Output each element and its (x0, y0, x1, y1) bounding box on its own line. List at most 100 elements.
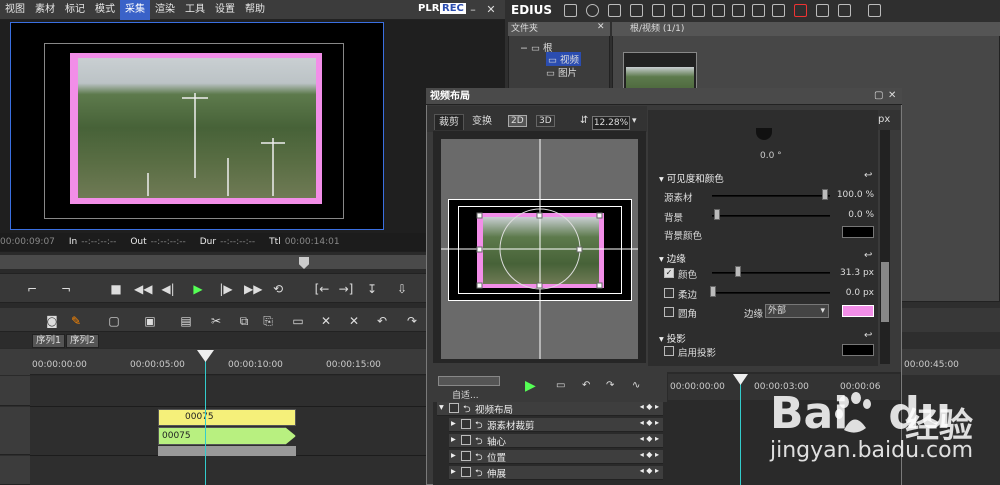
edge-select[interactable]: 外部 ▾ (765, 304, 829, 318)
minimize-icon[interactable]: – (466, 3, 480, 17)
tree-video[interactable]: ▭ 视频 (546, 52, 582, 66)
mark-out-icon[interactable]: →] (338, 282, 354, 296)
border-color-swatch[interactable] (842, 305, 874, 317)
rec-toggle[interactable]: REC (440, 3, 466, 14)
soft-edge-checkbox[interactable] (664, 288, 674, 298)
keyframe-nav-icon[interactable]: ◂ ◆ ▸ (640, 402, 659, 411)
layer-row[interactable]: ▾ ⮌ 视频布局 ◂ ◆ ▸ (437, 402, 663, 416)
new-icon[interactable]: ▢ (106, 314, 122, 328)
maximize-icon[interactable]: ▢ (874, 90, 883, 101)
menu-view[interactable]: 视图 (0, 0, 30, 20)
rewind-icon[interactable]: ◀◀ (134, 282, 152, 296)
play-icon[interactable]: ▶ (525, 378, 536, 394)
reset-icon[interactable]: ↩ (864, 250, 872, 261)
tab-sequence2[interactable]: 序列2 (66, 334, 100, 348)
step-forward-icon[interactable]: |▶ (218, 282, 234, 296)
new-folder-icon[interactable] (630, 4, 643, 17)
background-slider-knob[interactable] (714, 209, 720, 220)
layer-row[interactable]: ▸ ⮌ 伸展 ◂ ◆ ▸ (449, 466, 663, 480)
expand-icon[interactable]: ▸ (451, 450, 456, 461)
set-in-icon[interactable]: ⌐ (24, 282, 40, 296)
save-icon[interactable]: ▤ (178, 314, 194, 328)
background-value[interactable]: 0.0 % (834, 210, 874, 220)
zoom-select[interactable]: 12.28% (592, 116, 630, 130)
layer-checkbox[interactable] (449, 403, 459, 413)
round-corner-checkbox[interactable] (664, 307, 674, 317)
menu-clip[interactable]: 素材 (30, 0, 60, 20)
menu-render[interactable]: 渲染 (150, 0, 180, 20)
menu-help[interactable]: 帮助 (240, 0, 270, 20)
shadow-checkbox[interactable] (664, 346, 674, 356)
capture-icon[interactable] (692, 4, 705, 17)
menu-mode[interactable]: 模式 (90, 0, 120, 20)
folder-panel-close-icon[interactable]: ✕ (597, 22, 605, 32)
up-icon[interactable] (608, 4, 621, 17)
camera-icon[interactable]: ◙ (44, 314, 60, 328)
insert-icon[interactable]: ↧ (364, 282, 380, 296)
border-checkbox[interactable]: ✓ (664, 268, 674, 278)
ripple-delete-icon[interactable]: ✕ (346, 314, 362, 328)
graph-icon[interactable]: ∿ (632, 380, 640, 391)
close-icon[interactable]: ✕ (888, 90, 896, 101)
reset-icon[interactable]: ↩ (864, 330, 872, 341)
replace-icon[interactable] (772, 4, 785, 17)
visibility-section-toggle[interactable]: ▾ 可见度和颜色 (659, 171, 724, 185)
redo-icon[interactable]: ↷ (404, 314, 420, 328)
timeline-clip-audio[interactable]: 00075 (158, 427, 296, 445)
timeline-cursor[interactable] (205, 352, 206, 485)
expand-icon[interactable]: ▸ (451, 418, 456, 429)
fast-forward-icon[interactable]: ▶▶ (244, 282, 262, 296)
track-header[interactable] (0, 376, 30, 406)
overwrite-icon[interactable]: ⇩ (394, 282, 410, 296)
border-slider-knob[interactable] (735, 266, 741, 277)
mode-2d-button[interactable]: 2D (508, 115, 527, 127)
rotation-value[interactable]: 0.0 ° (760, 151, 782, 161)
delete-icon[interactable] (794, 4, 807, 17)
auto-fit-select[interactable]: 自适... (452, 388, 479, 401)
source-slider-knob[interactable] (822, 189, 828, 200)
title-icon[interactable] (652, 4, 665, 17)
tree-image[interactable]: ▭ 图片 (546, 65, 577, 79)
delete-icon[interactable]: ✕ (318, 314, 334, 328)
layer-checkbox[interactable] (461, 435, 471, 445)
cut-icon[interactable]: ✂ (208, 314, 224, 328)
undo-icon[interactable]: ↶ (582, 380, 590, 391)
source-value[interactable]: 100.0 % (834, 190, 874, 200)
layer-row[interactable]: ▸ ⮌ 源素材裁剪 ◂ ◆ ▸ (449, 418, 663, 432)
layout-icon[interactable] (868, 4, 881, 17)
paste-icon[interactable]: ⎘ (260, 314, 276, 328)
soft-edge-slider-track[interactable] (712, 292, 830, 294)
loop-icon[interactable]: ⟲ (270, 282, 286, 296)
scrub-bar[interactable] (0, 255, 430, 269)
mark-in-icon[interactable]: [← (314, 282, 330, 296)
timeline-clip-lower[interactable] (158, 446, 296, 456)
keyframe-nav-icon[interactable]: ◂ ◆ ▸ (640, 418, 659, 427)
border-section-toggle[interactable]: ▾ 边缘 (659, 251, 686, 265)
unit-px[interactable]: px (878, 114, 890, 125)
track-header[interactable] (0, 407, 30, 455)
chevron-down-icon[interactable]: ▾ (632, 116, 637, 126)
track-header[interactable] (0, 456, 30, 485)
timeline-clip[interactable]: 00075 (158, 409, 296, 426)
open-icon[interactable]: ▣ (142, 314, 158, 328)
preview-icon[interactable]: ▭ (556, 380, 565, 391)
redo-icon[interactable]: ↷ (606, 380, 614, 391)
layer-row[interactable]: ▸ ⮌ 轴心 ◂ ◆ ▸ (449, 434, 663, 448)
soft-edge-slider-knob[interactable] (710, 286, 716, 297)
background-color-swatch[interactable] (842, 226, 874, 238)
soft-edge-value[interactable]: 0.0 px (834, 288, 874, 298)
layer-checkbox[interactable] (461, 467, 471, 477)
tab-transform[interactable]: 变换 (468, 114, 496, 130)
params-scrollbar-thumb[interactable] (881, 262, 889, 322)
folder-icon[interactable] (564, 4, 577, 17)
properties-icon[interactable] (816, 4, 829, 17)
copy-icon[interactable] (732, 4, 745, 17)
shadow-color-swatch[interactable] (842, 344, 874, 356)
undo-icon[interactable]: ↶ (374, 314, 390, 328)
paste-insert-icon[interactable]: ▭ (290, 314, 306, 328)
menu-capture[interactable]: 采集 (120, 0, 150, 20)
layer-checkbox[interactable] (461, 451, 471, 461)
keyframe-nav-icon[interactable]: ◂ ◆ ▸ (640, 466, 659, 475)
close-icon[interactable]: ✕ (484, 3, 498, 17)
keyframe-nav-icon[interactable]: ◂ ◆ ▸ (640, 450, 659, 459)
